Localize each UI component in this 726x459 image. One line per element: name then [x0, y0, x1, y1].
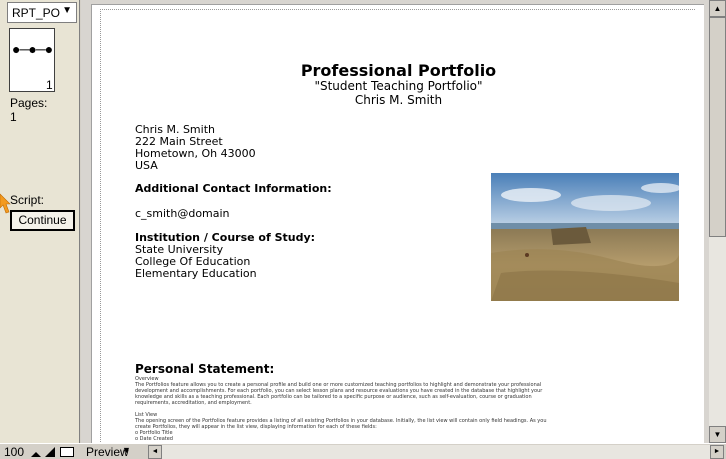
- scroll-down-button[interactable]: ▼: [709, 426, 726, 443]
- contact-heading: Additional Contact Information:: [135, 182, 332, 195]
- address-country: USA: [135, 159, 158, 172]
- scroll-right-button[interactable]: ►: [710, 445, 724, 459]
- layout-select-value: RPT_PO: [12, 6, 61, 20]
- email: c_smith@domain: [135, 207, 230, 220]
- statement-line: requirements, accreditation, and employm…: [135, 400, 252, 406]
- statement-heading: Personal Statement:: [135, 362, 275, 376]
- preview-area: Professional Portfolio "Student Teaching…: [81, 0, 709, 444]
- horizontal-scrollbar[interactable]: ◄ ►: [148, 445, 724, 459]
- layout-select[interactable]: RPT_PO ▼: [7, 2, 77, 23]
- portfolio-author: Chris M. Smith: [354, 93, 443, 107]
- scroll-left-button[interactable]: ◄: [148, 445, 162, 459]
- scroll-up-button[interactable]: ▲: [709, 0, 726, 17]
- pages-count: 1: [10, 110, 17, 124]
- statement-line: o Date Created: [135, 436, 173, 442]
- pages-label: Pages:: [10, 96, 48, 110]
- continue-button[interactable]: Continue: [10, 210, 75, 231]
- chevron-down-icon[interactable]: ▼: [122, 445, 131, 455]
- portfolio-subtitle: "Student Teaching Portfolio": [314, 79, 483, 93]
- zoom-in-icon[interactable]: [44, 446, 56, 458]
- current-page-number: 1: [46, 78, 53, 92]
- landscape-photo: [491, 173, 679, 301]
- pointer-arrow-icon: [0, 193, 11, 214]
- vertical-scrollbar[interactable]: ▲ ▼: [709, 0, 726, 443]
- status-area: RPT_PO ▼ ●─●─● 1 Pages: 1 Script: Contin…: [0, 0, 80, 443]
- report-page: Professional Portfolio "Student Teaching…: [91, 4, 704, 444]
- chevron-down-icon: ▼: [62, 5, 72, 16]
- zoom-level[interactable]: 100: [4, 445, 24, 459]
- binder-rings-icon: ●─●─●: [12, 41, 53, 57]
- portfolio-title: Professional Portfolio: [300, 61, 497, 80]
- institution-line: Elementary Education: [135, 267, 257, 280]
- zoom-out-icon[interactable]: [30, 446, 42, 458]
- scroll-thumb[interactable]: [709, 17, 726, 237]
- status-bar: 100 Preview ▼ ◄ ►: [0, 443, 726, 459]
- status-area-toggle-icon[interactable]: [60, 447, 74, 457]
